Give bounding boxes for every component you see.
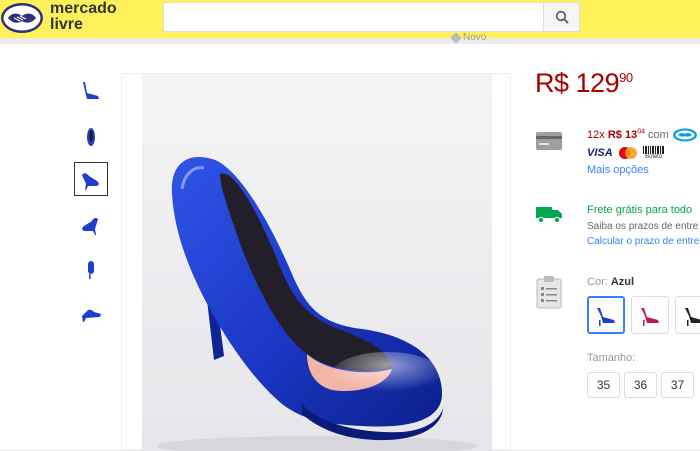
product-photo xyxy=(142,74,492,451)
installment-currency: R$ xyxy=(607,128,622,141)
search-input[interactable] xyxy=(164,3,544,31)
installments-count: 12x xyxy=(587,128,605,141)
shoe-thumbnail-image xyxy=(88,261,94,279)
more-payment-options-link[interactable]: Mais opções xyxy=(587,164,649,176)
visa-logo: VISA xyxy=(587,147,613,159)
installments-suffix: com xyxy=(648,128,669,141)
logo-line-1: mercado xyxy=(50,0,117,17)
size-options: 35 36 37 xyxy=(587,372,700,400)
installment-cents: 04 xyxy=(637,128,645,136)
free-shipping-text: Frete grátis para todo xyxy=(587,204,693,216)
size-button-36[interactable]: 36 xyxy=(624,372,657,398)
blue-shoe-swatch-image xyxy=(597,308,615,326)
logo-line-2: livre xyxy=(50,16,83,33)
thumbnail-3[interactable] xyxy=(74,162,108,196)
main-product-image[interactable] xyxy=(121,73,511,451)
credit-card-icon xyxy=(536,132,562,150)
color-value: Azul xyxy=(610,276,635,288)
clipboard-icon xyxy=(536,276,562,309)
truck-icon xyxy=(536,207,562,224)
installment-integer: 13 xyxy=(624,128,638,141)
swatch-pink[interactable] xyxy=(631,296,669,334)
color-swatches xyxy=(587,296,700,338)
variations-section: Cor: Azul Tamanho: 35 36 37 xyxy=(535,275,700,405)
shoe-thumbnail-image xyxy=(82,309,101,322)
color-label-row: Cor: Azul xyxy=(587,276,634,288)
installments-text: 12x R$ 1304 com xyxy=(587,128,698,142)
blue-pump-shoe-image xyxy=(157,157,477,451)
mercado-pago-icon xyxy=(672,128,697,142)
price-integer: 129 xyxy=(575,68,620,98)
thumbnail-1[interactable] xyxy=(74,74,108,108)
search-button[interactable] xyxy=(543,3,579,31)
size-label: Tamanho: xyxy=(587,352,636,364)
price-currency: R$ xyxy=(535,68,569,98)
boleto-label: Boleto xyxy=(645,154,663,160)
shoe-thumbnail-image xyxy=(82,217,98,235)
condition-label: Novo xyxy=(450,31,487,44)
shoe-thumbnail-image xyxy=(82,173,99,190)
thumbnail-6[interactable] xyxy=(74,296,108,330)
search-icon xyxy=(555,10,569,24)
boleto-badge: Boleto xyxy=(642,146,665,160)
size-button-37[interactable]: 37 xyxy=(661,372,694,398)
shipping-section: Frete grátis para todo Saiba os prazos d… xyxy=(535,202,700,252)
logo-wordmark: mercado livre xyxy=(50,1,117,33)
swatch-black[interactable] xyxy=(675,296,700,334)
pink-shoe-swatch-image xyxy=(641,308,659,326)
thumbnail-5[interactable] xyxy=(74,252,108,286)
barcode-icon xyxy=(642,146,664,154)
tag-icon xyxy=(450,31,462,44)
color-label: Cor: xyxy=(587,276,608,288)
size-button-35[interactable]: 35 xyxy=(587,372,620,398)
mercado-livre-logo[interactable]: mercado livre xyxy=(0,0,130,38)
black-shoe-swatch-image xyxy=(685,308,700,326)
condition-text: Novo xyxy=(463,32,487,43)
search-box xyxy=(163,2,580,32)
thumbnail-2[interactable] xyxy=(74,119,108,153)
header-bar: mercado livre xyxy=(0,0,700,38)
payment-section: 12x R$ 1304 com VISA Boleto Mais opções xyxy=(535,128,700,183)
shoe-thumbnail-image xyxy=(83,82,99,99)
thumbnail-4[interactable] xyxy=(74,207,108,241)
shipping-subtext: Saiba os prazos de entre xyxy=(587,221,699,232)
mastercard-icon xyxy=(618,147,637,159)
payment-methods: VISA Boleto xyxy=(587,146,665,160)
calculate-shipping-link[interactable]: Calcular o prazo de entre xyxy=(587,236,699,247)
product-price: R$ 12990 xyxy=(535,68,633,99)
price-cents: 90 xyxy=(619,70,633,85)
shoe-thumbnail-image xyxy=(87,128,95,146)
handshake-icon xyxy=(1,3,43,33)
swatch-blue[interactable] xyxy=(587,296,625,334)
